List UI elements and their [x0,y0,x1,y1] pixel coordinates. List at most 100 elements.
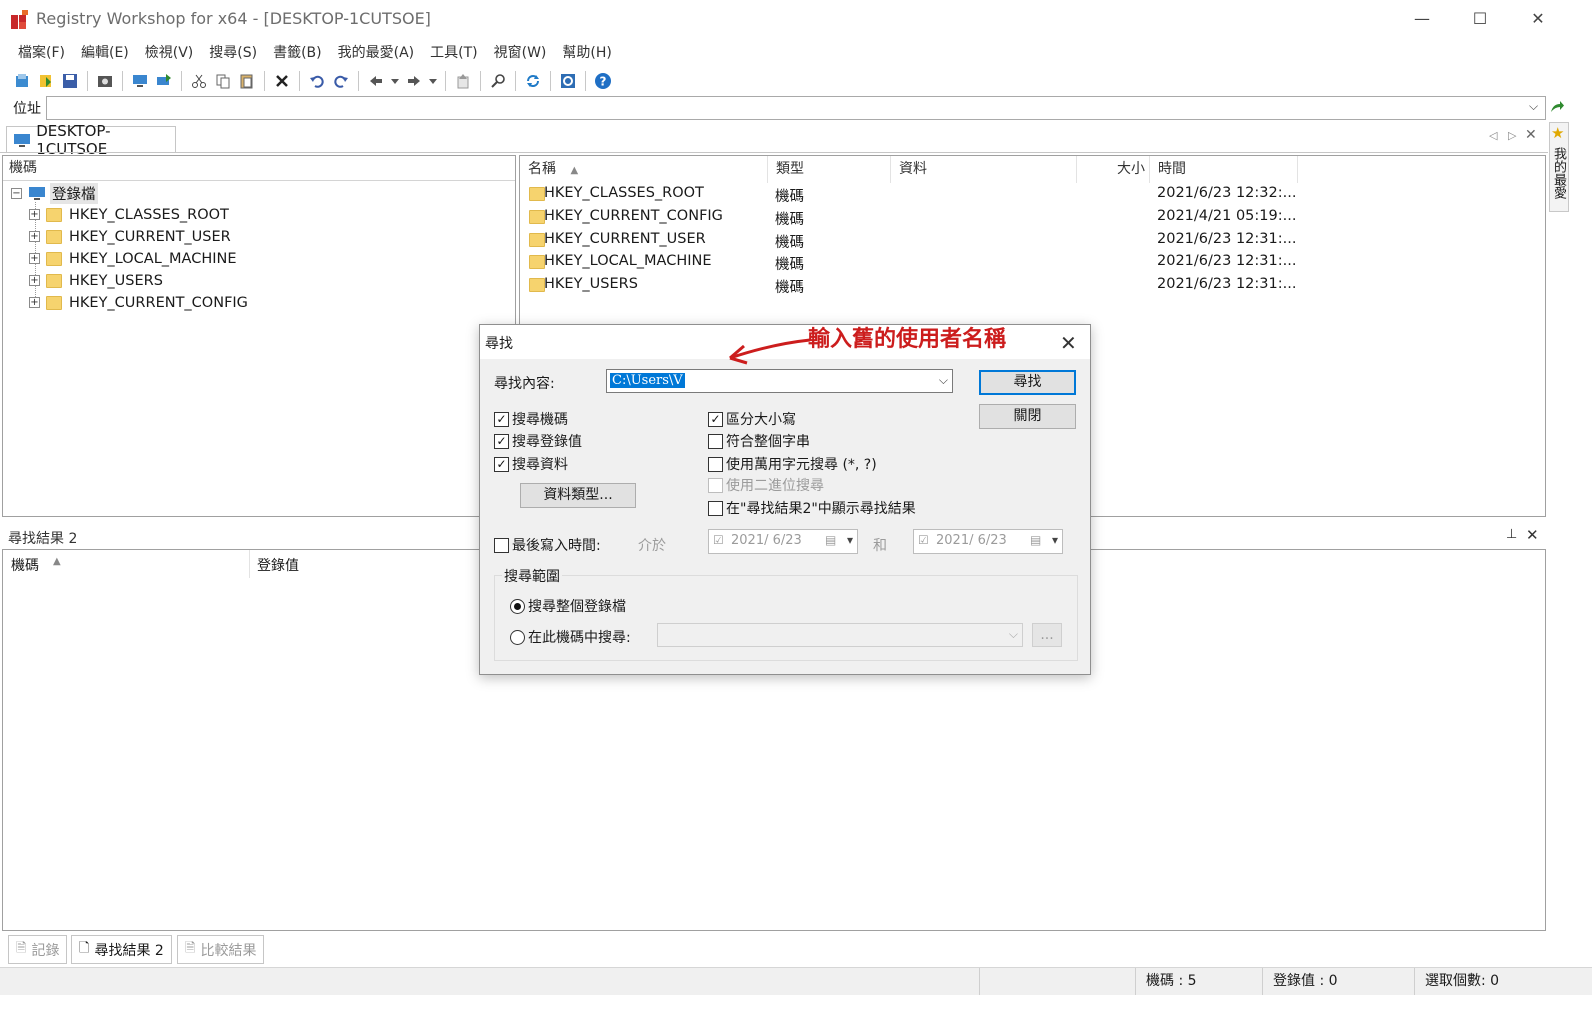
dialog-close-button[interactable]: 關閉 [979,404,1076,429]
undo-icon[interactable] [307,71,327,91]
scope-all-radio[interactable]: 搜尋整個登錄檔 [510,596,626,616]
paste-icon[interactable] [237,71,257,91]
menu-edit[interactable]: 編輯(E) [73,42,137,66]
column-data[interactable]: 資料 [891,156,1077,183]
chevron-down-icon[interactable]: ⌵ [939,373,948,388]
column-time[interactable]: 時間 [1150,156,1298,183]
checkbox-unchecked[interactable] [494,537,509,553]
pin-icon[interactable]: ⊥ [1506,527,1517,542]
save-icon[interactable] [60,71,80,91]
tab-close-icon[interactable]: ✕ [1525,127,1537,143]
cut-icon[interactable] [189,71,209,91]
maximize-button[interactable]: ☐ [1460,4,1500,34]
close-icon[interactable]: ✕ [1526,526,1539,544]
help-icon[interactable]: ? [593,71,613,91]
tab-scroll-left-icon[interactable]: ◁ [1489,129,1497,142]
tab-log[interactable]: 🗎 記錄 [8,935,68,964]
delete-icon[interactable] [272,71,292,91]
search-keys-checkbox[interactable]: ✓ 搜尋機碼 [494,409,568,429]
copy-icon[interactable] [213,71,233,91]
list-item[interactable]: HKEY_CURRENT_USER 機碼 2021/6/23 12:31:... [520,229,1545,251]
menu-favorites[interactable]: 我的最愛(A) [330,42,423,66]
find-input[interactable]: C:\Users\V ⌵ [606,369,953,393]
expand-icon[interactable]: + [29,275,40,286]
collapse-icon[interactable]: − [11,188,22,199]
match-case-checkbox[interactable]: ✓ 區分大小寫 [708,409,796,429]
go-up-icon[interactable] [453,71,473,91]
redo-icon[interactable] [331,71,351,91]
back-icon[interactable] [366,71,386,91]
menu-search[interactable]: 搜尋(S) [201,42,265,66]
list-item[interactable]: HKEY_LOCAL_MACHINE 機碼 2021/6/23 12:31:..… [520,251,1545,273]
tab-compare-results[interactable]: 🗎 比較結果 [177,935,265,964]
open-registry-icon[interactable] [12,71,32,91]
checkbox-checked[interactable]: ✓ [708,411,723,427]
tree-header[interactable]: 機碼 [3,156,515,181]
menu-tools[interactable]: 工具(T) [422,42,485,66]
search-data-checkbox[interactable]: ✓ 搜尋資料 [494,454,568,474]
tree-item[interactable]: + HKEY_USERS [29,270,163,291]
search-data-label: 搜尋資料 [512,457,568,473]
column-value[interactable]: 登錄值 [257,555,299,575]
column-name[interactable]: 名稱 ▲ [520,156,768,183]
radio-selected[interactable] [510,598,525,614]
tab-desktop[interactable]: DESKTOP-1CUTSOE [6,122,176,158]
snapshot-icon[interactable] [95,71,115,91]
tab-scroll-right-icon[interactable]: ▷ [1508,129,1516,142]
remote-computer-icon[interactable] [154,71,174,91]
star-icon: ★ [1551,124,1565,142]
column-key[interactable]: 機碼 [11,555,39,575]
menu-bookmarks[interactable]: 書籤(B) [265,42,330,66]
checkbox-checked[interactable]: ✓ [494,433,509,449]
chevron-down-icon[interactable]: ⌵ [1529,99,1538,114]
list-item[interactable]: HKEY_CLASSES_ROOT 機碼 2021/6/23 12:32:... [520,183,1545,205]
checkbox-checked[interactable]: ✓ [494,411,509,427]
tree-root[interactable]: − 登錄檔 [11,183,98,204]
expand-icon[interactable]: + [29,297,40,308]
tree-item[interactable]: + HKEY_LOCAL_MACHINE [29,248,237,269]
menu-view[interactable]: 檢視(V) [137,42,202,66]
tree-item[interactable]: + HKEY_CLASSES_ROOT [29,204,229,225]
chevron-down-icon[interactable] [390,71,400,91]
whole-string-checkbox[interactable]: 符合整個字串 [708,431,810,451]
local-computer-icon[interactable] [130,71,150,91]
refresh-icon[interactable] [523,71,543,91]
expand-icon[interactable]: + [29,231,40,242]
checkbox-unchecked[interactable] [708,456,723,472]
radio-unselected[interactable] [510,629,525,645]
search-values-checkbox[interactable]: ✓ 搜尋登錄值 [494,431,582,451]
checkbox-unchecked[interactable] [708,500,723,516]
close-button[interactable]: ✕ [1518,4,1558,34]
go-icon[interactable] [1549,99,1565,115]
tree-item[interactable]: + HKEY_CURRENT_CONFIG [29,292,248,313]
expand-icon[interactable]: + [29,209,40,220]
scope-key-radio[interactable]: 在此機碼中搜尋: [510,627,631,647]
import-icon[interactable] [36,71,56,91]
forward-icon[interactable] [404,71,424,91]
checkbox-checked[interactable]: ✓ [494,456,509,472]
find-icon[interactable] [488,71,508,91]
list-item[interactable]: HKEY_USERS 機碼 2021/6/23 12:31:... [520,274,1545,296]
dialog-close-icon[interactable]: ✕ [1060,331,1077,355]
column-size[interactable]: 大小 [1077,156,1150,183]
menu-file[interactable]: 檔案(F) [10,42,73,66]
list-item[interactable]: HKEY_CURRENT_CONFIG 機碼 2021/4/21 05:19:.… [520,206,1545,228]
settings-icon[interactable] [558,71,578,91]
toolbar-separator [299,71,300,91]
find-button[interactable]: 尋找 [979,370,1076,395]
column-type[interactable]: 類型 [768,156,891,183]
tab-find-results[interactable]: 🗋 尋找結果 2 [71,935,172,964]
show-in-results2-checkbox[interactable]: 在"尋找結果2"中顯示尋找結果 [708,498,916,518]
address-input[interactable] [46,96,1546,120]
last-write-checkbox[interactable]: 最後寫入時間: [494,535,601,555]
list-item-type: 機碼 [775,257,804,273]
checkbox-unchecked[interactable] [708,433,723,449]
expand-icon[interactable]: + [29,253,40,264]
menu-help[interactable]: 幫助(H) [554,42,619,66]
minimize-button[interactable]: — [1402,4,1442,34]
menu-window[interactable]: 視窗(W) [486,42,555,66]
wildcard-checkbox[interactable]: 使用萬用字元搜尋 (*, ?) [708,454,877,474]
chevron-down-icon[interactable] [428,71,438,91]
tree-item[interactable]: + HKEY_CURRENT_USER [29,226,231,247]
data-type-button[interactable]: 資料類型... [520,483,636,508]
